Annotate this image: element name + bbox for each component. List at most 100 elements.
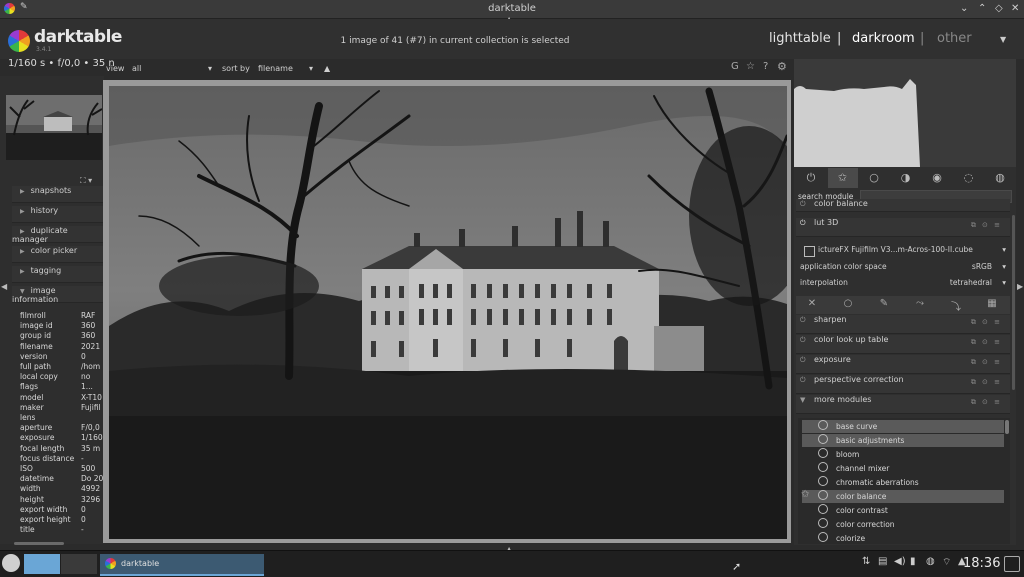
sort-direction-icon[interactable]: ▲: [324, 64, 330, 73]
more-modules-item[interactable]: channel mixer: [802, 462, 1004, 475]
view-lighttable[interactable]: lighttable: [769, 31, 831, 46]
view-darkroom[interactable]: darkroom: [852, 31, 915, 46]
help-icon[interactable]: ?: [763, 61, 768, 72]
fit-zoom-icon[interactable]: ⛶ ▾: [80, 176, 92, 186]
module-color-balance[interactable]: ⏻ color balance: [796, 199, 1010, 212]
expand-arrow-icon: ▶: [20, 188, 25, 195]
left-section-duplicate-manager[interactable]: ▶ duplicate manager: [12, 226, 104, 244]
module-controls[interactable]: ⧉ ⊙ ≡: [971, 378, 1002, 387]
more-modules-scrollbar[interactable]: [1005, 420, 1009, 434]
power-icon[interactable]: ⏻: [800, 219, 810, 228]
module-row[interactable]: ⏻ sharpen ⧉ ⊙ ≡: [796, 315, 1010, 334]
section-label: history: [30, 206, 59, 215]
power-icon[interactable]: ⏻: [800, 316, 810, 325]
expand-arrow-icon[interactable]: ▼: [800, 396, 810, 404]
section-label: tagging: [30, 266, 62, 275]
views-dropdown-icon[interactable]: ▼: [1000, 35, 1006, 44]
power-icon[interactable]: ⏻: [800, 200, 810, 209]
tray-icon[interactable]: ◍: [926, 556, 935, 567]
lut-file-selector[interactable]: ictureFX Fujifilm V3...m-Acros-100-II.cu…: [818, 245, 1006, 254]
tray-icon[interactable]: ▮: [910, 556, 916, 567]
more-modules-item[interactable]: color balance: [802, 490, 1004, 503]
tray-icon[interactable]: ⌔: [942, 556, 951, 569]
module-controls[interactable]: ⧉ ⊙ ≡: [971, 398, 1002, 407]
tray-icon[interactable]: ▤: [878, 556, 887, 567]
module-controls[interactable]: ⧉ ⊙ ≡: [971, 338, 1002, 347]
navigation-thumbnail[interactable]: [6, 95, 102, 160]
interpolation-combobox[interactable]: interpolation tetrahedral ▾: [800, 278, 1006, 287]
module-group-tab-icon[interactable]: ◍: [985, 168, 1015, 188]
clock[interactable]: 18:36: [963, 556, 1000, 571]
left-section-image-information[interactable]: ▼ image information: [12, 286, 104, 304]
more-modules-item[interactable]: colorize: [802, 532, 1004, 545]
right-panel-toggle-arrow-icon[interactable]: ▶: [1017, 282, 1023, 291]
blend-mode-icon[interactable]: ⤳: [905, 298, 935, 309]
info-key: filename: [20, 341, 53, 351]
module-group-tab-icon[interactable]: ○: [859, 168, 889, 188]
more-modules-item[interactable]: color contrast: [802, 504, 1004, 517]
module-row[interactable]: ▼ more modules ⧉ ⊙ ≡: [796, 395, 1010, 414]
star-icon[interactable]: ☆: [746, 61, 755, 72]
sort-dropdown-icon[interactable]: ▾: [309, 64, 313, 73]
taskbar-darktable-task[interactable]: darktable: [100, 554, 264, 576]
view-filter-dropdown-icon[interactable]: ▾: [208, 64, 212, 73]
blend-mode-icon[interactable]: ○: [833, 298, 863, 309]
histogram[interactable]: [794, 59, 1016, 167]
start-menu-icon[interactable]: [2, 554, 20, 572]
left-panel-toggle-arrow-icon[interactable]: ◀: [1, 282, 7, 291]
grouping-icon[interactable]: G: [731, 61, 739, 72]
blend-mode-icon[interactable]: ✎: [869, 298, 899, 309]
left-section-tagging[interactable]: ▶ tagging: [12, 266, 104, 283]
favorite-star-icon[interactable]: ✩: [801, 489, 809, 500]
module-controls[interactable]: ⧉ ⊙ ≡: [971, 358, 1002, 367]
more-modules-item[interactable]: color correction: [802, 518, 1004, 531]
more-modules-item[interactable]: bloom: [802, 448, 1004, 461]
module-row[interactable]: ⏻ perspective correction ⧉ ⊙ ≡: [796, 375, 1010, 394]
module-lut-3d[interactable]: ⏻ lut 3D ⧉ ⊙ ≡: [796, 218, 1010, 237]
more-modules-item[interactable]: base curve: [802, 420, 1004, 433]
blend-mode-icon[interactable]: ⤵: [941, 298, 971, 313]
info-key: model: [20, 392, 44, 402]
maximize-button[interactable]: ⌃: [978, 3, 986, 14]
module-group-tab-icon[interactable]: ◑: [891, 168, 921, 188]
more-modules-item[interactable]: basic adjustments: [802, 434, 1004, 447]
left-section-color-picker[interactable]: ▶ color picker: [12, 246, 104, 263]
module-group-tab-icon[interactable]: ◉: [922, 168, 952, 188]
module-row[interactable]: ⏻ exposure ⧉ ⊙ ≡: [796, 355, 1010, 374]
desktop-pager-2[interactable]: [61, 554, 97, 574]
more-modules-item[interactable]: chromatic aberrations: [802, 476, 1004, 489]
module-group-tab-icon[interactable]: ✩: [827, 168, 858, 188]
module-group-tab-icon[interactable]: ⏻: [796, 168, 826, 188]
info-value: 4992: [81, 484, 101, 494]
module-group-tab-icon[interactable]: ◌: [954, 168, 984, 188]
desktop-pager-1[interactable]: [24, 554, 60, 574]
blend-mode-icon[interactable]: ▦: [977, 298, 1007, 309]
sort-by-value[interactable]: filename: [258, 64, 293, 73]
left-section-history[interactable]: ▶ history: [12, 206, 104, 223]
tray-icon[interactable]: ◀): [894, 556, 906, 567]
blend-mode-icon[interactable]: ✕: [797, 298, 827, 309]
show-desktop-icon[interactable]: [1004, 556, 1020, 572]
module-row[interactable]: ⏻ color look up table ⧉ ⊙ ≡: [796, 335, 1010, 354]
keep-above-button[interactable]: ◇: [995, 3, 1003, 14]
info-key: flags: [20, 382, 38, 392]
close-button[interactable]: ✕: [1011, 3, 1019, 14]
view-separator: |: [837, 31, 842, 46]
view-filter-value[interactable]: all: [132, 64, 141, 73]
minimize-button[interactable]: ⌄: [960, 3, 968, 14]
power-icon[interactable]: ⏻: [800, 336, 810, 345]
power-icon[interactable]: ⏻: [800, 356, 810, 365]
module-label: channel mixer: [836, 464, 890, 473]
module-controls[interactable]: ⧉ ⊙ ≡: [971, 221, 1002, 230]
module-controls[interactable]: ⧉ ⊙ ≡: [971, 318, 1002, 327]
module-icon: [818, 420, 828, 430]
application-color-space-combobox[interactable]: application color space sRGB ▾: [800, 262, 1006, 271]
view-other[interactable]: other: [937, 31, 972, 46]
power-icon[interactable]: ⏻: [800, 376, 810, 385]
tray-icon[interactable]: ⇅: [862, 556, 870, 567]
left-panel-scrollbar[interactable]: [14, 542, 64, 545]
gear-icon[interactable]: ⚙: [777, 60, 787, 73]
main-image[interactable]: [109, 86, 787, 539]
left-section-snapshots[interactable]: ▶ snapshots: [12, 186, 104, 203]
right-panel-scrollbar[interactable]: [1012, 215, 1015, 390]
